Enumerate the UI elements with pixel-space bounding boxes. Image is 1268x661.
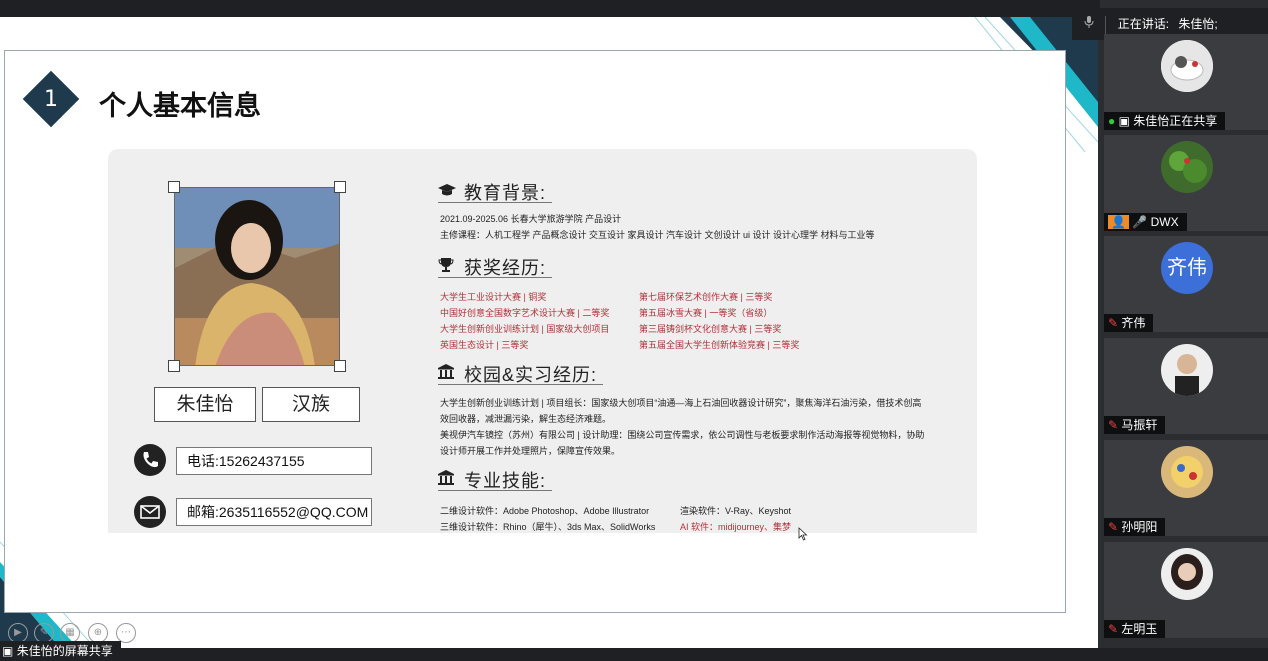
participant-name: 孙明阳 [1121, 520, 1158, 534]
skills-heading: 专业技能: [438, 467, 553, 491]
award-item: 大学生工业设计大赛 | 铜奖 [440, 292, 547, 302]
info-card: 朱佳怡 汉族 电话:15262437155 邮箱:2635116552@QQ.C… [108, 149, 977, 533]
email-field: 邮箱:2635116552@QQ.COM [176, 498, 372, 526]
microphone-muted-icon: ✎ [1108, 316, 1119, 330]
participant-tile[interactable]: ✎ 孙明阳 [1104, 440, 1268, 536]
participant-name: 马振轩 [1121, 418, 1158, 432]
more-icon[interactable]: ⋯ [116, 623, 136, 643]
institution-icon [438, 364, 456, 384]
campus-line: 效回收器，减泄漏污染，解生态经济难题。 [440, 414, 612, 424]
education-line: 2021.09-2025.06 长春大学旅游学院 产品设计 [440, 214, 622, 224]
education-courses: 主修课程：人机工程学 产品概念设计 交互设计 家具设计 汽车设计 文创设计 ui… [440, 230, 875, 240]
participant-tile[interactable]: ● ▣ 朱佳怡正在共享 [1104, 34, 1268, 130]
resize-handle-tr[interactable] [334, 181, 346, 193]
award-item: 第三届铸剑杯文化创意大赛 | 三等奖 [639, 324, 782, 334]
shared-screen: 1 个人基本信息 朱佳怡 汉族 电话:15262437155 邮箱:263511… [0, 17, 1098, 648]
avatar: 齐伟 [1161, 242, 1213, 294]
award-item: 第五届全国大学生创新体验竞赛 | 三等奖 [639, 340, 800, 350]
play-icon[interactable]: ▶ [8, 623, 28, 643]
campus-heading: 校园&实习经历: [438, 361, 604, 385]
avatar [1161, 141, 1213, 193]
award-item: 第五届冰雪大赛 | 一等奖（省级） [639, 308, 773, 318]
award-item: 英国生态设计 | 三等奖 [440, 340, 529, 350]
phone-icon [134, 444, 166, 476]
mouse-cursor-icon [798, 527, 808, 541]
graduation-cap-icon [438, 183, 456, 201]
participant-tile[interactable]: 👤 🎤 DWX [1104, 135, 1268, 231]
campus-line: 设计师开展工作并处理照片，保障宣传效果。 [440, 446, 621, 456]
pen-icon[interactable]: ✎ [34, 623, 54, 643]
screen-share-icon: ▣ [1118, 114, 1130, 128]
mail-icon [134, 496, 166, 528]
microphone-icon [1084, 8, 1094, 40]
award-item: 中国好创意全国数字艺术设计大赛 | 二等奖 [440, 308, 610, 318]
participant-name: 左明玉 [1121, 622, 1158, 636]
skill-line: AI 软件：midijourney、集梦 [680, 522, 792, 532]
participant-name: DWX [1150, 215, 1179, 229]
skill-line: 三维设计软件：Rhino（犀牛）、3ds Max、SolidWorks [440, 522, 656, 532]
slides-icon[interactable]: ▦ [60, 623, 80, 643]
awards-heading: 获奖经历: [438, 254, 553, 278]
avatar [1161, 446, 1213, 498]
page-title: 个人基本信息 [99, 91, 261, 121]
section-number: 1 [44, 87, 58, 112]
ethnicity-box: 汉族 [262, 387, 360, 422]
screen-share-icon: ▣ [2, 644, 14, 658]
institution-icon [438, 470, 456, 490]
name-box: 朱佳怡 [154, 387, 256, 422]
award-item: 第七届环保艺术创作大赛 | 三等奖 [639, 292, 773, 302]
avatar [1161, 344, 1213, 396]
top-bar [0, 0, 1100, 17]
participant-name: 齐伟 [1121, 316, 1146, 330]
participant-tile[interactable]: ✎ 马振轩 [1104, 338, 1268, 434]
microphone-muted-icon: ✎ [1108, 622, 1119, 636]
campus-line: 大学生创新创业训练计划 | 项目组长：国家级大创项目“油通—海上石油回收器设计研… [440, 398, 922, 408]
award-item: 大学生创新创业训练计划 | 国家级大创项目 [440, 324, 610, 334]
skill-line: 渲染软件：V-Ray、Keyshot [680, 506, 792, 516]
bottom-bar [0, 648, 1268, 661]
zoom-icon[interactable]: ⊕ [88, 623, 108, 643]
participant-tile[interactable]: ✎ 左明玉 [1104, 542, 1268, 638]
trophy-icon [438, 257, 456, 277]
resume-slide: 1 个人基本信息 朱佳怡 汉族 电话:15262437155 邮箱:263511… [4, 50, 1066, 613]
screen-share-tag[interactable]: ▣ 朱佳怡的屏幕共享 [0, 641, 121, 661]
resize-handle-bl[interactable] [168, 360, 180, 372]
avatar [1161, 548, 1213, 600]
microphone-icon: 🎤 [1132, 215, 1148, 229]
skill-line: 二维设计软件：Adobe Photoshop、Adobe Illustrator [440, 506, 650, 516]
phone-field: 电话:15262437155 [176, 447, 372, 475]
avatar [1161, 40, 1213, 92]
campus-line: 美视伊汽车镜控（苏州）有限公司 | 设计助理：围绕公司宣传需求，依公司调性与老板… [440, 430, 925, 440]
participant-name: 朱佳怡正在共享 [1133, 114, 1218, 128]
profile-photo[interactable] [174, 187, 340, 366]
resize-handle-br[interactable] [334, 360, 346, 372]
microphone-muted-icon: ✎ [1108, 520, 1119, 534]
resize-handle-tl[interactable] [168, 181, 180, 193]
microphone-active-icon: ● [1108, 114, 1116, 128]
microphone-muted-icon: ✎ [1108, 418, 1119, 432]
host-icon: 👤 [1108, 215, 1129, 229]
education-heading: 教育背景: [438, 179, 553, 203]
participant-tile[interactable]: 齐伟 ✎ 齐伟 [1104, 236, 1268, 332]
